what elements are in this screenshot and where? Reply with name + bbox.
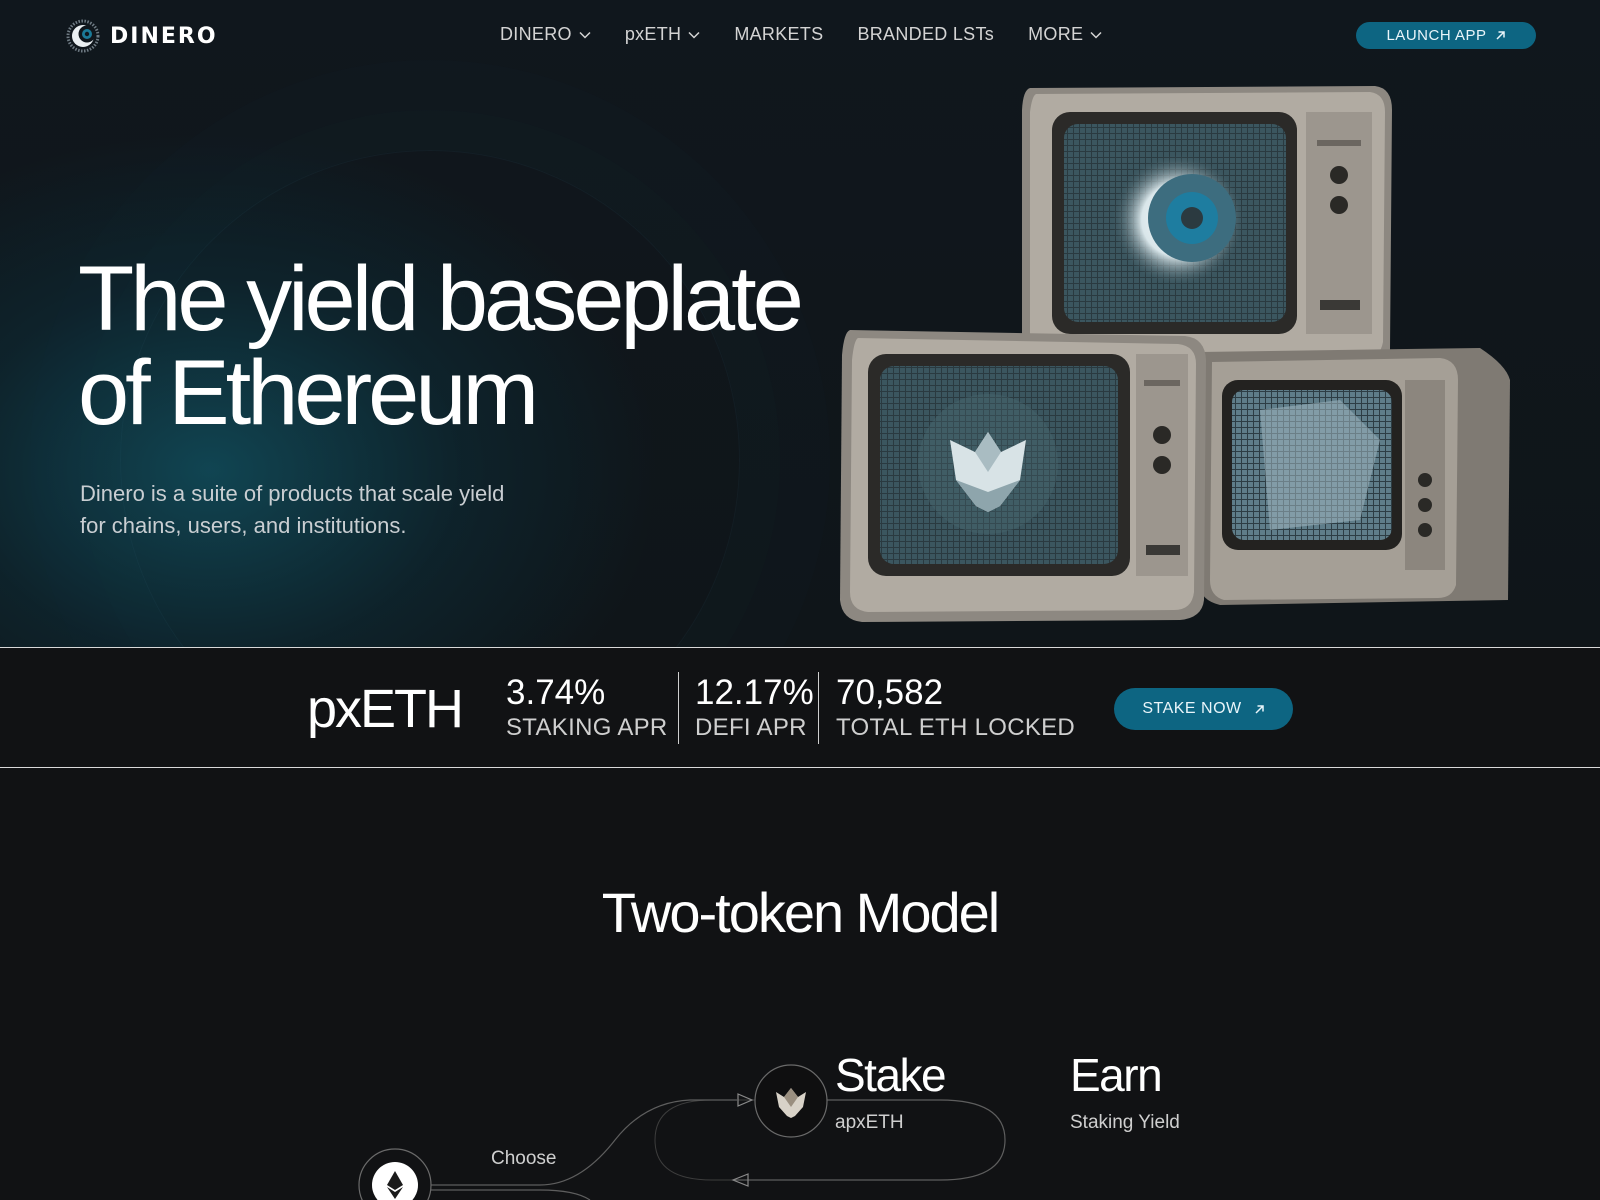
nav-menu: DINERO pxETH MARKETS BRANDED LSTs MORE <box>500 24 1136 45</box>
nav-item-label: MORE <box>1028 24 1084 44</box>
stat-value: 3.74% <box>506 673 606 712</box>
stake-now-label: STAKE NOW <box>1142 700 1242 717</box>
tv-top <box>1022 86 1392 368</box>
stat-divider <box>818 672 819 744</box>
launch-app-button[interactable]: LAUNCH APP <box>1356 22 1536 49</box>
top-nav: DINERO DINERO pxETH MARKETS BRANDED LSTs… <box>0 0 1600 70</box>
nav-item-label: pxETH <box>624 24 682 44</box>
nav-item-label: MARKETS <box>734 24 824 44</box>
nav-item-branded-lsts[interactable]: BRANDED LSTs <box>857 24 994 45</box>
chevron-down-icon <box>579 31 591 39</box>
stat-divider <box>678 672 679 744</box>
stat-label: TOTAL ETH LOCKED <box>836 714 1076 741</box>
brand-logo[interactable]: DINERO <box>66 19 218 53</box>
earn-title: Earn <box>1070 1049 1163 1101</box>
stake-token-label: apxETH <box>835 1112 904 1133</box>
launch-app-label: LAUNCH APP <box>1386 27 1487 44</box>
chevron-down-icon <box>1090 31 1102 39</box>
headline-line-2: of Ethereum <box>78 342 539 444</box>
stake-now-button[interactable]: STAKE NOW <box>1114 688 1293 730</box>
retro-tv-stack-illustration <box>840 86 1510 622</box>
stat-value: 70,582 <box>836 673 944 712</box>
hero-section: DINERO DINERO pxETH MARKETS BRANDED LSTs… <box>0 0 1600 647</box>
nav-item-pxeth[interactable]: pxETH <box>625 24 701 45</box>
arrow-up-right-icon <box>1495 31 1505 40</box>
stat-label: DEFI APR <box>695 714 807 741</box>
stats-token-name: pxETH <box>307 679 464 739</box>
chevron-down-icon <box>688 31 700 39</box>
dinero-logo-icon <box>66 19 100 53</box>
nav-item-label: BRANDED LSTs <box>857 24 995 44</box>
hero-subtext: Dinero is a suite of products that scale… <box>80 481 505 538</box>
stat-value: 12.17% <box>695 673 814 712</box>
tv-right <box>1200 348 1510 605</box>
stat-staking-apr: 3.74% STAKING APR <box>506 673 668 743</box>
page-title: The yield baseplate of Ethereum <box>78 252 838 440</box>
arrow-up-right-icon <box>1255 704 1264 714</box>
flow-lines <box>358 1064 1006 1200</box>
stake-title: Stake <box>835 1049 947 1101</box>
stat-defi-apr: 12.17% DEFI APR <box>695 673 814 743</box>
headline-line-1: The yield baseplate <box>78 248 804 350</box>
nav-item-markets[interactable]: MARKETS <box>734 24 823 45</box>
section-title-two-token-model: Two-token Model <box>601 881 1000 944</box>
choose-label: Choose <box>491 1148 557 1169</box>
nav-item-dinero[interactable]: DINERO <box>500 24 591 45</box>
two-token-diagram: Stake apxETH Earn Staking Yield Choose <box>0 1030 1600 1200</box>
stat-label: STAKING APR <box>506 714 668 741</box>
nav-item-more[interactable]: MORE <box>1028 24 1102 45</box>
nav-item-label: DINERO <box>500 24 572 44</box>
brand-name: DINERO <box>110 23 218 49</box>
tv-bottom-left <box>840 330 1206 622</box>
earn-subtitle: Staking Yield <box>1070 1112 1180 1133</box>
stats-bar: pxETH 3.74% STAKING APR 12.17% DEFI APR … <box>0 647 1600 768</box>
stat-total-eth-locked: 70,582 TOTAL ETH LOCKED <box>836 673 1075 743</box>
